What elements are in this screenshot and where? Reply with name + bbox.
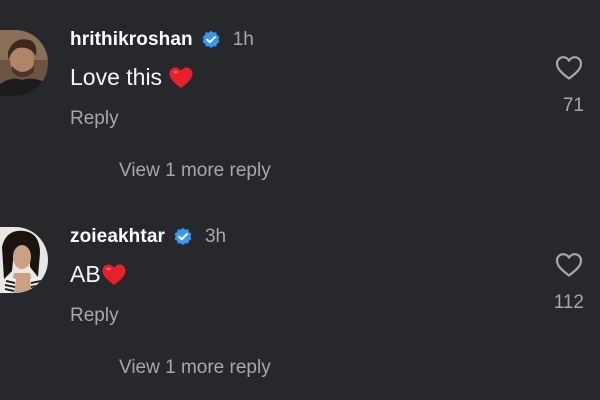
timestamp: 3h — [204, 226, 227, 247]
verified-badge-icon — [201, 30, 221, 50]
red-heart-emoji-icon — [168, 66, 194, 90]
like-count: 112 — [553, 292, 584, 313]
reply-button[interactable]: Reply — [70, 108, 119, 130]
comment-text: AB — [70, 261, 127, 288]
username[interactable]: zoieakhtar — [70, 226, 165, 248]
verified-badge-icon — [173, 227, 193, 247]
reply-button[interactable]: Reply — [70, 305, 119, 327]
heart-outline-icon[interactable] — [555, 252, 583, 278]
comment-header: hrithikroshan 1h — [70, 27, 254, 53]
comment-header: zoieakhtar 3h — [70, 224, 226, 250]
red-heart-emoji-icon — [101, 263, 127, 287]
comment-body: Love this — [70, 64, 163, 90]
timestamp: 1h — [232, 29, 254, 50]
view-more-replies-button[interactable]: View 1 more reply — [119, 357, 271, 379]
like-count: 71 — [562, 95, 584, 116]
comment-item: hrithikroshan 1h Love this Reply View 1 … — [0, 0, 600, 197]
comment-text: Love this — [70, 64, 194, 91]
comment-item: zoieakhtar 3h AB Reply View 1 more reply… — [0, 197, 600, 394]
username[interactable]: hrithikroshan — [70, 29, 193, 51]
comment-body: AB — [70, 261, 101, 287]
avatar[interactable] — [0, 30, 48, 96]
view-more-replies-button[interactable]: View 1 more reply — [119, 160, 271, 182]
avatar[interactable] — [0, 227, 48, 293]
heart-outline-icon[interactable] — [555, 55, 583, 81]
